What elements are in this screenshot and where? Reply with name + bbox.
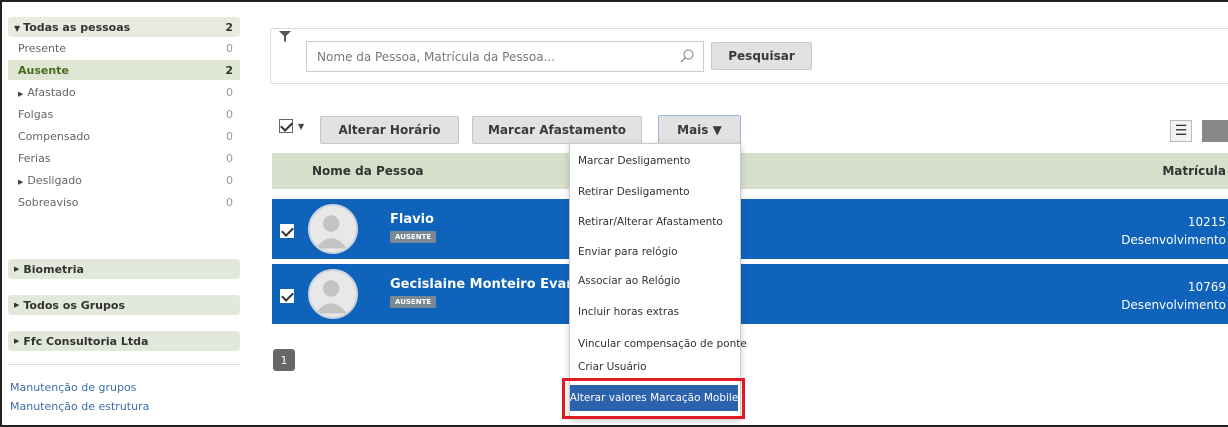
status-badge: AUSENTE [390, 231, 437, 243]
search-placeholder: Nome da Pessoa, Matrícula da Pessoa... [317, 49, 556, 64]
sidebar-item-ferias[interactable]: Ferias 0 [8, 147, 240, 169]
grid-view-icon[interactable] [1202, 120, 1228, 142]
sidebar-item-folgas[interactable]: Folgas 0 [8, 103, 240, 125]
row-checkbox[interactable] [280, 224, 294, 238]
sidebar-item-label: Todas as pessoas [23, 20, 131, 34]
menu-item-vincular-compensacao[interactable]: Vincular compensação de ponte [578, 338, 747, 350]
sidebar-item-sobreaviso[interactable]: Sobreaviso 0 [8, 191, 240, 213]
sidebar-item-label: Desligado [27, 173, 82, 187]
sidebar-item-label: Compensado [18, 129, 91, 143]
sidebar-group-biometria[interactable]: ▶ Biometria [8, 259, 240, 279]
mais-button[interactable]: Mais ▼ [658, 115, 741, 145]
link-manutencao-grupos[interactable]: Manutenção de grupos [10, 381, 136, 394]
row-checkbox[interactable] [280, 289, 294, 303]
sidebar-group-label: Todos os Grupos [23, 298, 125, 312]
menu-item-retirar-desligamento[interactable]: Retirar Desligamento [578, 186, 690, 198]
menu-item-enviar-para-relogio[interactable]: Enviar para relógio [578, 246, 678, 258]
sidebar-item-ausente[interactable]: Ausente 2 [8, 60, 240, 80]
table-row[interactable]: Flavio AUSENTE 10215 Desenvolvimento [272, 199, 1228, 259]
status-badge: AUSENTE [390, 296, 437, 308]
sidebar-item-count: 0 [226, 195, 233, 209]
matricula-value: 10769 [1187, 280, 1226, 294]
avatar [308, 269, 358, 319]
menu-item-criar-usuario[interactable]: Criar Usuário [578, 361, 647, 373]
page-button[interactable]: 1 [273, 349, 295, 371]
caret-right-icon: ▶ [18, 89, 24, 98]
menu-item-associar-ao-relogio[interactable]: Associar ao Relógio [578, 275, 680, 287]
sidebar-item-label: Folgas [18, 107, 54, 121]
matricula-cell: 10215 Desenvolvimento [1121, 213, 1226, 249]
caret-right-icon: ▶ [14, 301, 20, 309]
sidebar-item-count: 0 [226, 173, 233, 187]
menu-item-marcar-desligamento[interactable]: Marcar Desligamento [578, 155, 690, 167]
select-all-dropdown[interactable]: ▼ [279, 119, 304, 133]
sidebar-item-label: Ausente [18, 63, 69, 77]
sidebar-group-todos-os-grupos[interactable]: ▶ Todos os Grupos [8, 295, 240, 315]
table-row[interactable]: Gecislaine Monteiro Evangelis AUSENTE 10… [272, 264, 1228, 324]
caret-right-icon: ▶ [14, 337, 20, 345]
sidebar-item-afastado[interactable]: ▶ Afastado 0 [8, 81, 240, 103]
sidebar-item-todas-as-pessoas[interactable]: ▼ Todas as pessoas 2 [8, 17, 240, 37]
alterar-horario-button[interactable]: Alterar Horário [320, 116, 459, 144]
caret-down-icon: ▼ [298, 121, 305, 131]
sidebar-item-label: Afastado [27, 85, 76, 99]
sidebar-item-count: 0 [226, 107, 233, 121]
sidebar-item-label: Ferias [18, 151, 51, 165]
pesquisar-button[interactable]: Pesquisar [711, 42, 812, 70]
sidebar-group-ffc-consultoria[interactable]: ▶ Ffc Consultoria Ltda [8, 331, 240, 351]
sidebar-group-label: Biometria [23, 262, 84, 276]
column-header-nome[interactable]: Nome da Pessoa [312, 164, 424, 178]
menu-item-retirar-alterar-afastamento[interactable]: Retirar/Alterar Afastamento [578, 216, 723, 228]
sidebar-item-count: 0 [226, 41, 233, 55]
matricula-value: 10215 [1187, 215, 1226, 229]
highlight-annotation-box [562, 378, 745, 419]
caret-right-icon: ▶ [18, 177, 24, 186]
sidebar-item-count: 0 [226, 151, 233, 165]
marcar-afastamento-button[interactable]: Marcar Afastamento [472, 116, 642, 144]
filter-icon[interactable] [279, 31, 291, 43]
table-header: Nome da Pessoa Matrícula [272, 153, 1228, 189]
column-header-matricula[interactable]: Matrícula [1162, 164, 1226, 178]
sidebar-item-compensado[interactable]: Compensado 0 [8, 125, 240, 147]
sidebar-item-presente[interactable]: Presente 0 [8, 37, 240, 59]
avatar [308, 204, 358, 254]
sidebar-item-label: Presente [18, 41, 67, 55]
sidebar-divider [8, 364, 240, 365]
sidebar-item-count: 2 [225, 20, 233, 34]
list-view-icon[interactable]: ☰ [1170, 120, 1192, 142]
caret-down-icon: ▼ [14, 23, 21, 33]
menu-item-incluir-horas-extras[interactable]: Incluir horas extras [578, 306, 679, 318]
matricula-cell: 10769 Desenvolvimento [1121, 278, 1226, 314]
departamento-value: Desenvolvimento [1121, 233, 1226, 247]
link-manutencao-estrutura[interactable]: Manutenção de estrutura [10, 400, 149, 413]
sidebar-item-label: Sobreaviso [18, 195, 79, 209]
sidebar-group-label: Ffc Consultoria Ltda [23, 334, 149, 348]
sidebar-item-count: 0 [226, 85, 233, 99]
departamento-value: Desenvolvimento [1121, 298, 1226, 312]
sidebar-item-desligado[interactable]: ▶ Desligado 0 [8, 169, 240, 191]
sidebar-item-count: 2 [225, 63, 233, 77]
sidebar: ▼ Todas as pessoas 2 Presente 0 Ausente 2… [8, 17, 240, 213]
search-icon[interactable] [679, 48, 695, 64]
person-name[interactable]: Flavio [390, 212, 434, 227]
search-input[interactable]: Nome da Pessoa, Matrícula da Pessoa... [306, 41, 704, 72]
sidebar-item-count: 0 [226, 129, 233, 143]
caret-right-icon: ▶ [14, 265, 20, 273]
select-all-checkbox[interactable] [279, 119, 293, 133]
